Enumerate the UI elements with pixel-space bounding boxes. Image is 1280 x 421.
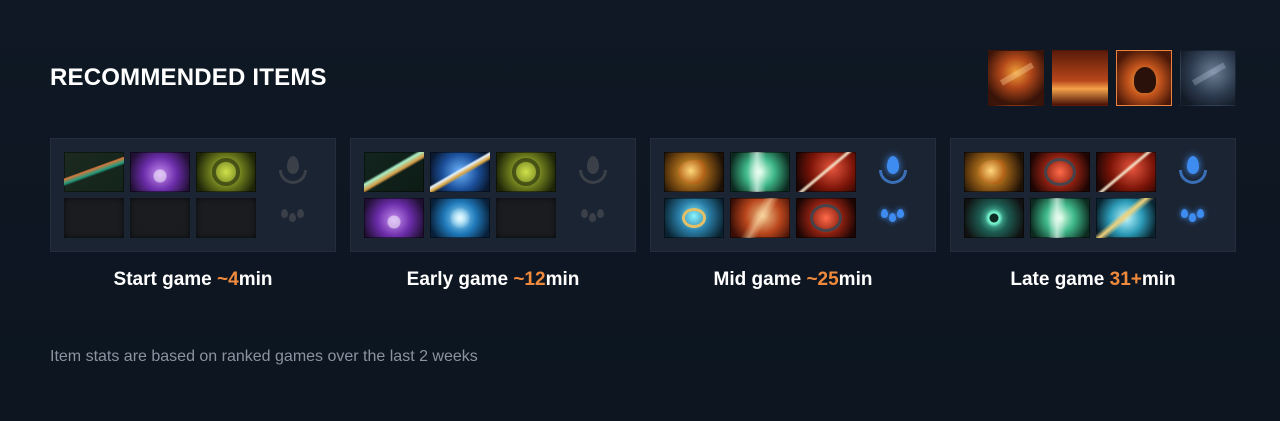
neutral-slot-icon — [579, 156, 607, 192]
stage-label-prefix: Late game — [1010, 269, 1110, 290]
stage-label-suffix: min — [545, 269, 580, 290]
item-panel — [650, 138, 936, 252]
stage-label-suffix: min — [838, 269, 873, 290]
ability-filter — [988, 50, 1236, 106]
fire-cape-item-icon[interactable] — [730, 198, 790, 238]
stage-time: ~25 — [806, 269, 839, 290]
stage-label-prefix: Start game — [113, 269, 218, 290]
item-grid — [364, 152, 556, 238]
golden-helm-item-icon[interactable] — [964, 152, 1024, 192]
stage-label: Start game ~4min — [114, 269, 273, 291]
golden-ring-item-icon[interactable] — [196, 152, 256, 192]
neutral-gems-icon — [279, 201, 307, 237]
fire-pillar-ability-icon[interactable] — [1052, 50, 1108, 106]
magic-pouch-item-icon[interactable] — [364, 198, 424, 238]
stage-time: ~12 — [513, 269, 546, 290]
empty-item-slot — [496, 198, 556, 238]
neutral-slot-icon — [279, 156, 307, 192]
frost-amulet-item-icon[interactable] — [664, 198, 724, 238]
fire-phoenix-ability-icon[interactable] — [988, 50, 1044, 106]
golden-ring-item-icon[interactable] — [496, 152, 556, 192]
stage-label-prefix: Mid game — [713, 269, 807, 290]
item-grid — [964, 152, 1156, 238]
red-scythe-item-icon[interactable] — [1096, 152, 1156, 192]
neutral-gems-icon — [1179, 201, 1207, 237]
neutral-slot-icon — [1179, 156, 1207, 192]
empty-item-slot — [196, 198, 256, 238]
red-scythe-item-icon[interactable] — [796, 152, 856, 192]
item-grid — [664, 152, 856, 238]
item-stages: Start game ~4min Early game ~12min Mid g… — [50, 138, 1236, 291]
blue-bird-item-icon[interactable] — [1096, 198, 1156, 238]
stage-label-prefix: Early game — [406, 269, 514, 290]
ability-glyph — [999, 62, 1035, 86]
neutral-gems-icon — [879, 201, 907, 237]
glowing-scroll-item-icon[interactable] — [730, 152, 790, 192]
item-panel — [950, 138, 1236, 252]
golden-helm-item-icon[interactable] — [664, 152, 724, 192]
item-panel — [350, 138, 636, 252]
wand-item-icon[interactable] — [364, 152, 424, 192]
stage-time: ~4 — [217, 269, 239, 290]
item-panel — [50, 138, 336, 252]
stage-label-suffix: min — [1141, 269, 1176, 290]
energy-orb-item-icon[interactable] — [430, 198, 490, 238]
stage-early-game: Early game ~12min — [350, 138, 636, 291]
stage-start-game: Start game ~4min — [50, 138, 336, 291]
stage-mid-game: Mid game ~25min — [650, 138, 936, 291]
stage-label: Mid game ~25min — [714, 269, 873, 291]
neutral-gems-icon — [579, 201, 607, 237]
magic-pouch-item-icon[interactable] — [130, 152, 190, 192]
empty-item-slot — [130, 198, 190, 238]
item-grid — [64, 152, 256, 238]
stage-label: Late game 31+min — [1010, 269, 1175, 291]
stage-time: 31+ — [1109, 269, 1142, 290]
dragon-claw-item-icon[interactable] — [1030, 152, 1090, 192]
neutral-slot-icon — [879, 156, 907, 192]
stage-label-suffix: min — [238, 269, 273, 290]
stone-eye-item-icon[interactable] — [964, 198, 1024, 238]
staff-item-icon[interactable] — [64, 152, 124, 192]
dragon-claw-item-icon[interactable] — [796, 198, 856, 238]
empty-item-slot — [64, 198, 124, 238]
stage-late-game: Late game 31+min — [950, 138, 1236, 291]
hero-portrait-ability-icon[interactable] — [1116, 50, 1172, 106]
section-title: RECOMMENDED ITEMS — [50, 64, 327, 91]
starfall-ability-icon[interactable] — [1180, 50, 1236, 106]
glowing-scroll-item-icon[interactable] — [1030, 198, 1090, 238]
ability-glyph — [1134, 67, 1156, 93]
stage-label: Early game ~12min — [407, 269, 580, 291]
blue-sword-item-icon[interactable] — [430, 152, 490, 192]
stats-footnote: Item stats are based on ranked games ove… — [50, 348, 478, 365]
ability-glyph — [1191, 62, 1227, 86]
